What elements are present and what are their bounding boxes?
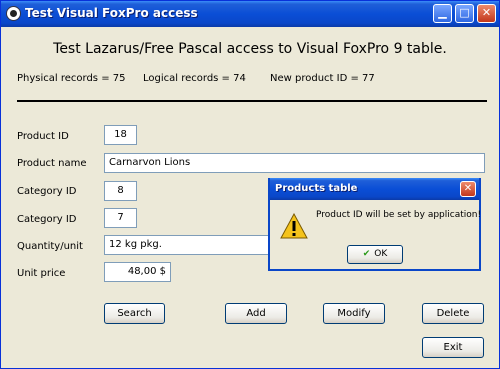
category-id-label-1: Category ID [17, 186, 77, 197]
dialog-title-bar[interactable]: Products table ✕ [270, 178, 479, 200]
product-name-label: Product name [17, 158, 87, 169]
title-bar[interactable]: Test Visual FoxPro access ▁ □ ✕ [1, 1, 499, 27]
close-button[interactable]: ✕ [477, 4, 496, 23]
window-title: Test Visual FoxPro access [25, 6, 198, 20]
logical-records-label: Logical records = 74 [143, 73, 246, 84]
physical-records-label: Physical records = 75 [17, 73, 126, 84]
add-button[interactable]: Add [225, 303, 287, 324]
delete-button[interactable]: Delete [422, 303, 484, 324]
ok-button[interactable]: ✔ OK [347, 245, 403, 264]
minimize-button[interactable]: ▁ [433, 4, 452, 23]
app-icon[interactable] [6, 6, 21, 21]
product-id-label: Product ID [17, 131, 69, 142]
maximize-button[interactable]: □ [455, 4, 474, 23]
unit-price-field[interactable]: 48,00 $ [104, 262, 171, 282]
dialog-title: Products table [275, 183, 358, 194]
modify-button[interactable]: Modify [323, 303, 385, 324]
search-button[interactable]: Search [104, 303, 165, 324]
warning-icon [280, 213, 308, 239]
category-id-field-2[interactable]: 7 [104, 208, 137, 228]
exit-button[interactable]: Exit [422, 337, 484, 358]
unit-price-label: Unit price [17, 268, 66, 279]
separator-line [17, 100, 487, 102]
product-name-field[interactable]: Carnarvon Lions [104, 153, 485, 173]
ok-label: OK [374, 249, 388, 259]
quantity-unit-label: Quantity/unit [17, 241, 83, 252]
new-product-id-label: New product ID = 77 [270, 73, 375, 84]
dialog-message: Product ID will be set by application! [316, 210, 482, 220]
page-title: Test Lazarus/Free Pascal access to Visua… [53, 41, 447, 57]
product-id-field[interactable]: 18 [104, 125, 137, 145]
quantity-unit-field[interactable]: 12 kg pkg. [104, 235, 274, 255]
category-id-label-2: Category ID [17, 214, 77, 225]
dialog-close-button[interactable]: ✕ [460, 181, 476, 197]
checkmark-icon: ✔ [362, 249, 371, 259]
category-id-field-1[interactable]: 8 [104, 181, 137, 201]
products-table-dialog: Products table ✕ Product ID will be set … [268, 178, 481, 271]
